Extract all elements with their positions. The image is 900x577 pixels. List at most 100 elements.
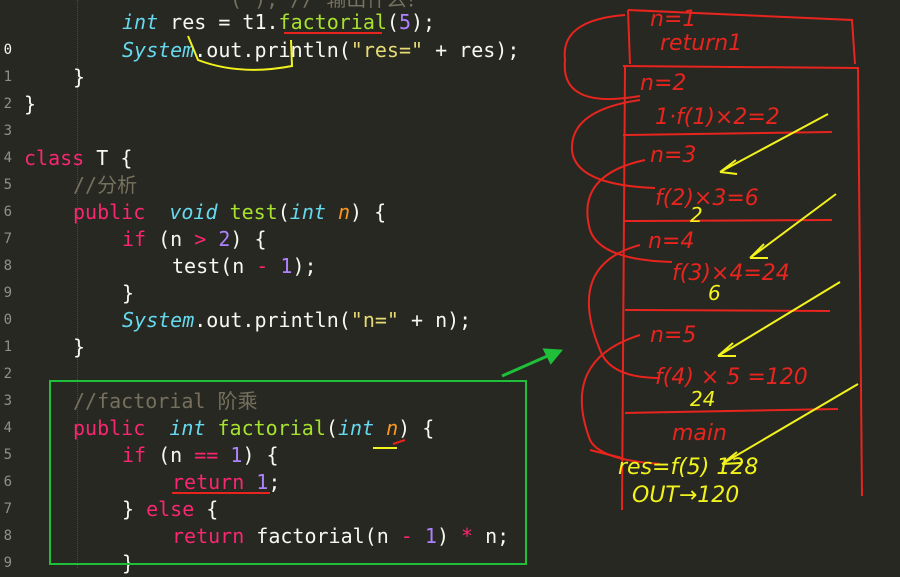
code-token: return xyxy=(172,524,245,548)
code-token: 1 xyxy=(424,524,437,548)
code-token: test xyxy=(229,200,278,224)
code-token: } xyxy=(122,497,147,521)
code-line[interactable]: public int factorial(int n) { xyxy=(73,418,434,442)
code-token: void xyxy=(169,200,218,224)
code-token: ) { xyxy=(398,416,435,440)
code-token: 1 xyxy=(256,470,269,494)
code-line[interactable]: System.out.println("n=" + n); xyxy=(122,310,471,334)
code-token: (n xyxy=(146,443,195,467)
code-token: ) { xyxy=(242,443,279,467)
code-token: public xyxy=(73,200,146,224)
code-token: * xyxy=(461,524,474,548)
code-line[interactable]: class T { xyxy=(24,148,132,172)
line-number: 9 xyxy=(3,285,12,301)
code-token: return xyxy=(172,470,245,494)
line-number: 5 xyxy=(3,177,12,193)
code-token: factorial(n xyxy=(244,524,401,548)
code-token: - xyxy=(256,254,269,278)
code-token: .out.println( xyxy=(194,38,351,62)
line-number-gutter: 0 1 2 3 4 5 6 7 8 9 0 1 2 3 4 5 6 7 8 9 xyxy=(0,0,14,571)
code-line[interactable]: return 1; xyxy=(172,472,280,496)
code-line[interactable]: } else { xyxy=(122,499,218,523)
code-line[interactable]: test(n - 1); xyxy=(172,256,317,280)
code-token: 5 xyxy=(398,10,412,34)
code-token: (n xyxy=(146,227,195,251)
code-token: == xyxy=(194,443,219,467)
code-line[interactable]: if (n == 1) { xyxy=(122,445,279,469)
code-token: //分析 xyxy=(73,173,138,197)
code-token: System xyxy=(122,38,195,62)
code-token: test(n xyxy=(172,254,257,278)
line-number: 7 xyxy=(3,501,12,517)
code-token: int xyxy=(337,416,375,440)
code-line[interactable]: } xyxy=(122,283,134,307)
code-line[interactable]: public void test(int n) { xyxy=(73,202,386,226)
code-token: + n); xyxy=(398,308,472,332)
line-number: 2 xyxy=(3,366,12,382)
code-line[interactable]: } xyxy=(73,337,85,361)
code-token: n; xyxy=(473,524,510,548)
line-number: 4 xyxy=(3,150,12,166)
code-token: factorial xyxy=(217,416,326,440)
code-token: } xyxy=(122,551,135,575)
code-token: 2 xyxy=(218,227,231,251)
code-token: ( xyxy=(325,416,338,440)
code-line[interactable]: return factorial(n - 1) * n; xyxy=(172,526,509,550)
code-token: factorial xyxy=(278,10,387,34)
code-token: n xyxy=(386,416,399,440)
line-number: 1 xyxy=(3,69,12,85)
code-token: 1 xyxy=(230,443,243,467)
code-token: if xyxy=(122,227,147,251)
line-number: 7 xyxy=(3,231,12,247)
code-line[interactable]: } xyxy=(122,553,134,577)
code-token: ); xyxy=(292,254,317,278)
code-token: int xyxy=(289,200,326,224)
line-number: 1 xyxy=(3,339,12,355)
code-token: int xyxy=(169,416,206,440)
code-token: ); xyxy=(411,10,436,34)
code-editor[interactable]: 01234567890123456789 ( ); // 输出什么？int re… xyxy=(0,0,900,573)
code-line[interactable]: System.out.println("res=" + res); xyxy=(122,40,519,64)
code-token: } xyxy=(73,65,86,89)
code-line[interactable]: //分析 xyxy=(73,175,137,199)
code-token: "n=" xyxy=(350,308,399,332)
code-line[interactable]: //factorial 阶乘 xyxy=(73,391,258,415)
line-number: 2 xyxy=(3,96,12,112)
code-token: { xyxy=(194,497,219,521)
line-number: 4 xyxy=(3,420,12,436)
code-token: - xyxy=(400,524,413,548)
line-number: 3 xyxy=(3,123,12,139)
code-token: else xyxy=(146,497,195,521)
line-number: 5 xyxy=(3,447,12,463)
line-number: 0 xyxy=(3,42,12,58)
code-token: //factorial 阶乘 xyxy=(73,389,258,413)
code-token: } xyxy=(73,335,86,359)
code-line[interactable]: } xyxy=(73,67,85,91)
code-line[interactable]: int res = t1.factorial(5); xyxy=(122,12,435,36)
code-token: System xyxy=(122,308,195,332)
code-line[interactable]: } xyxy=(24,94,36,118)
code-token: ) { xyxy=(230,227,267,251)
code-line[interactable]: if (n > 2) { xyxy=(122,229,267,253)
code-token: ; xyxy=(268,470,281,494)
code-token: "res=" xyxy=(350,38,424,62)
code-token: public xyxy=(73,416,146,440)
line-number: 9 xyxy=(3,555,12,571)
code-token: + res); xyxy=(423,38,520,62)
code-token: T { xyxy=(84,146,133,170)
code-token: ( xyxy=(386,10,399,34)
code-token: ( xyxy=(277,200,290,224)
code-token: int xyxy=(122,10,159,34)
code-token: 1 xyxy=(280,254,293,278)
code-token: res = t1. xyxy=(158,10,279,34)
